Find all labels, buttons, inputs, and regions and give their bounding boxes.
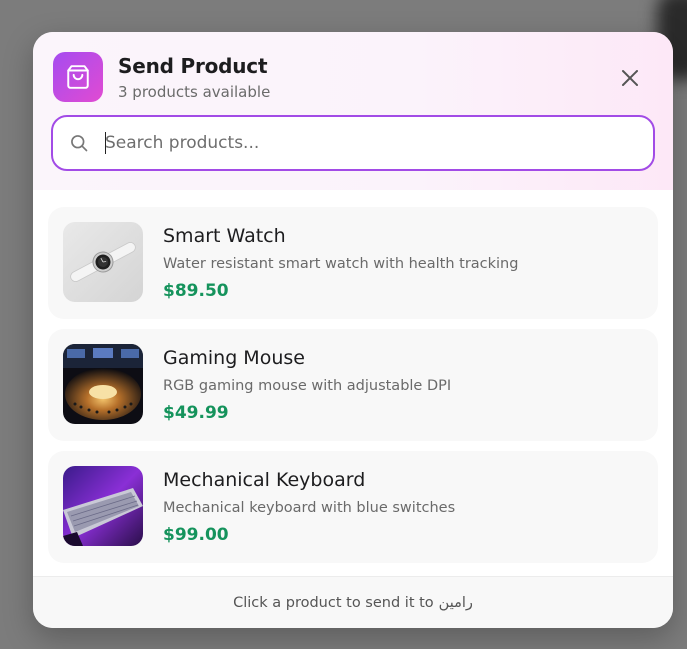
modal-title: Send Product bbox=[118, 54, 268, 78]
products-count: 3 products available bbox=[118, 83, 271, 101]
modal-footer: Click a product to send it to رامین bbox=[33, 576, 673, 628]
shopping-bag-icon bbox=[53, 52, 103, 102]
product-name: Gaming Mouse bbox=[163, 347, 305, 369]
text-cursor bbox=[105, 132, 106, 154]
gaming-mouse-image bbox=[63, 344, 143, 424]
product-price: $99.00 bbox=[163, 525, 229, 545]
product-card-gaming-mouse[interactable]: Gaming Mouse RGB gaming mouse with adjus… bbox=[48, 329, 658, 441]
search-input[interactable] bbox=[105, 125, 635, 161]
product-description: Mechanical keyboard with blue switches bbox=[163, 500, 456, 516]
search-field[interactable] bbox=[51, 115, 655, 171]
product-description: Water resistant smart watch with health … bbox=[163, 256, 519, 272]
product-name: Smart Watch bbox=[163, 225, 286, 247]
close-button[interactable] bbox=[616, 64, 644, 92]
product-price: $89.50 bbox=[163, 281, 229, 301]
product-list: Smart Watch Water resistant smart watch … bbox=[33, 190, 673, 576]
close-icon bbox=[622, 70, 638, 86]
product-card-mechanical-keyboard[interactable]: Mechanical Keyboard Mechanical keyboard … bbox=[48, 451, 658, 563]
search-icon bbox=[71, 135, 88, 152]
mechanical-keyboard-image bbox=[63, 466, 143, 546]
modal-header: Send Product 3 products available bbox=[33, 32, 673, 190]
product-name: Mechanical Keyboard bbox=[163, 469, 366, 491]
smart-watch-image bbox=[63, 222, 143, 302]
footer-hint: Click a product to send it to bbox=[233, 595, 434, 611]
send-product-modal: Send Product 3 products available Search… bbox=[33, 32, 673, 628]
product-price: $49.99 bbox=[163, 403, 229, 423]
product-description: RGB gaming mouse with adjustable DPI bbox=[163, 378, 452, 394]
product-card-smart-watch[interactable]: Smart Watch Water resistant smart watch … bbox=[48, 207, 658, 319]
recipient-name: رامین bbox=[438, 595, 473, 611]
